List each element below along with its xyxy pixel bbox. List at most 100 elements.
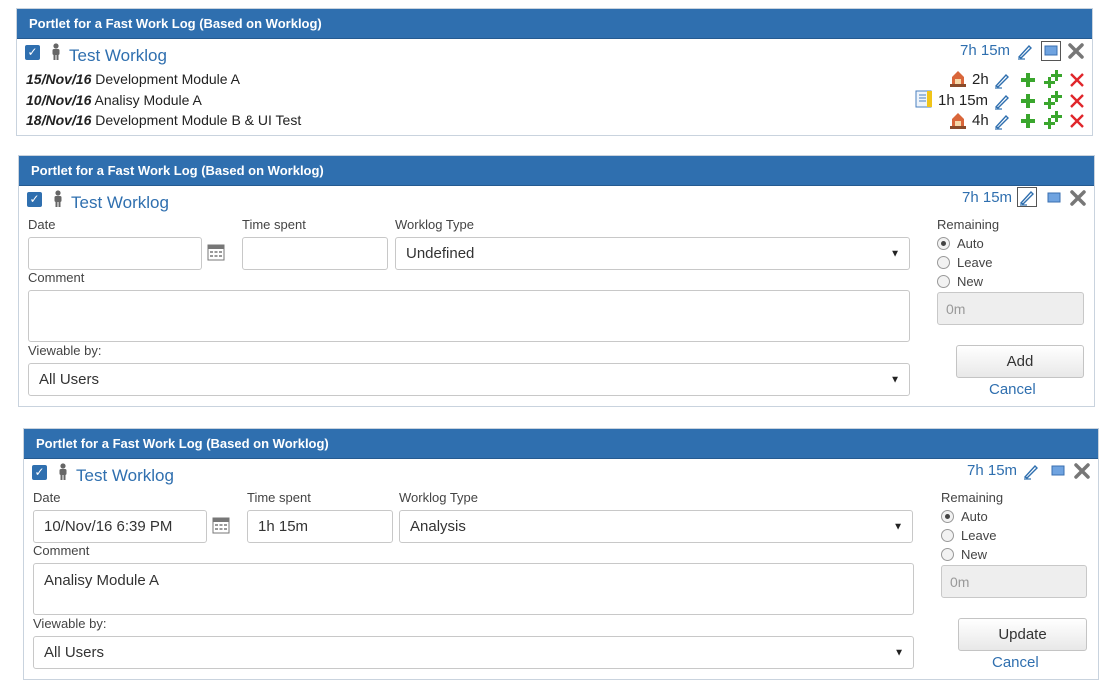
radio-label: New xyxy=(961,547,988,562)
cancel-link[interactable]: Cancel xyxy=(989,381,1036,398)
viewable-by-select[interactable]: All Users ▼ xyxy=(28,363,910,396)
entry-comment: Analisy Module A xyxy=(94,92,202,108)
viewable-by-value: All Users xyxy=(44,644,105,661)
worklog-checkbox[interactable]: ✓ xyxy=(27,192,42,207)
portlet-header: Portlet for a Fast Work Log (Based on Wo… xyxy=(24,429,1098,459)
close-icon[interactable] xyxy=(1067,42,1085,60)
add-multiple-icon[interactable] xyxy=(1043,90,1063,110)
worklog-portlet-edit: Portlet for a Fast Work Log (Based on Wo… xyxy=(23,428,1099,680)
cancel-link[interactable]: Cancel xyxy=(992,654,1039,671)
comment-textarea[interactable] xyxy=(28,290,910,342)
total-time-link[interactable]: 7h 15m xyxy=(967,462,1017,479)
radio-label: Leave xyxy=(961,528,997,543)
add-button[interactable]: Add xyxy=(956,345,1084,378)
delete-icon[interactable] xyxy=(1068,71,1086,89)
entry-time: 1h 15m xyxy=(938,92,989,109)
edit-pencil-icon[interactable] xyxy=(993,71,1011,89)
list-item: 10/Nov/16 Analisy Module A xyxy=(26,92,202,108)
remaining-new-input[interactable]: 0m xyxy=(941,565,1087,598)
remaining-label: Remaining xyxy=(937,217,1000,232)
add-multiple-icon[interactable] xyxy=(1043,110,1063,130)
radio-circle xyxy=(937,237,950,250)
dropdown-caret-icon: ▼ xyxy=(894,647,904,658)
worklog-title-link[interactable]: Test Worklog xyxy=(69,46,167,66)
edit-pencil-icon[interactable] xyxy=(993,112,1011,130)
add-icon[interactable] xyxy=(1019,71,1037,89)
entry-comment: Development Module A xyxy=(95,71,241,87)
worklog-title-link[interactable]: Test Worklog xyxy=(71,193,169,213)
person-icon xyxy=(59,463,67,480)
remaining-new-input[interactable]: 0m xyxy=(937,292,1084,325)
radio-circle xyxy=(941,548,954,561)
dropdown-caret-icon: ▼ xyxy=(890,374,900,385)
comment-label: Comment xyxy=(28,270,85,285)
add-multiple-icon[interactable] xyxy=(1043,69,1063,89)
radio-label: Leave xyxy=(957,255,993,270)
dropdown-caret-icon: ▼ xyxy=(890,248,900,259)
remaining-new-radio[interactable]: New xyxy=(941,547,987,562)
comment-label: Comment xyxy=(33,543,90,558)
remaining-leave-radio[interactable]: Leave xyxy=(937,255,992,270)
calendar-icon[interactable] xyxy=(207,243,225,261)
date-input[interactable] xyxy=(28,237,202,270)
edit-pencil-icon[interactable] xyxy=(1022,462,1040,480)
entry-date: 18/Nov/16 xyxy=(26,112,92,128)
close-icon[interactable] xyxy=(1073,462,1091,480)
total-time-link[interactable]: 7h 15m xyxy=(962,189,1012,206)
development-icon xyxy=(950,113,966,129)
worklog-type-value: Analysis xyxy=(410,518,466,535)
window-view-icon[interactable] xyxy=(1045,189,1063,207)
time-spent-label: Time spent xyxy=(247,490,311,505)
remaining-new-radio[interactable]: New xyxy=(937,274,983,289)
person-icon xyxy=(54,190,62,207)
remaining-leave-radio[interactable]: Leave xyxy=(941,528,996,543)
edit-pencil-icon[interactable] xyxy=(1016,42,1034,60)
update-button[interactable]: Update xyxy=(958,618,1087,651)
comment-textarea[interactable]: Analisy Module A xyxy=(33,563,914,615)
add-icon[interactable] xyxy=(1019,112,1037,130)
worklog-type-select[interactable]: Analysis ▼ xyxy=(399,510,913,543)
date-input[interactable]: 10/Nov/16 6:39 PM xyxy=(33,510,207,543)
delete-icon[interactable] xyxy=(1068,92,1086,110)
radio-circle xyxy=(937,275,950,288)
list-item: 15/Nov/16 Development Module A xyxy=(26,71,240,87)
development-icon xyxy=(950,71,966,87)
portlet-title: Portlet for a Fast Work Log (Based on Wo… xyxy=(31,163,324,178)
add-icon[interactable] xyxy=(1019,92,1037,110)
person-icon xyxy=(52,43,60,60)
radio-label: Auto xyxy=(961,509,988,524)
entry-time: 2h xyxy=(972,71,989,88)
radio-circle xyxy=(941,510,954,523)
remaining-auto-radio[interactable]: Auto xyxy=(941,509,988,524)
time-spent-input[interactable]: 1h 15m xyxy=(247,510,393,543)
time-spent-input[interactable] xyxy=(242,237,388,270)
time-spent-label: Time spent xyxy=(242,217,306,232)
edit-pencil-icon[interactable] xyxy=(1017,187,1037,207)
date-label: Date xyxy=(33,490,61,505)
entry-comment: Development Module B & UI Test xyxy=(95,112,302,128)
window-view-icon[interactable] xyxy=(1041,41,1061,61)
worklog-checkbox[interactable]: ✓ xyxy=(25,45,40,60)
worklog-type-value: Undefined xyxy=(406,245,475,262)
analysis-icon xyxy=(915,90,932,108)
viewable-by-select[interactable]: All Users ▼ xyxy=(33,636,914,669)
radio-circle xyxy=(941,529,954,542)
window-view-icon[interactable] xyxy=(1049,462,1067,480)
edit-pencil-icon[interactable] xyxy=(993,92,1011,110)
portlet-header: Portlet for a Fast Work Log (Based on Wo… xyxy=(19,156,1094,186)
radio-label: New xyxy=(957,274,984,289)
calendar-icon[interactable] xyxy=(212,516,230,534)
close-icon[interactable] xyxy=(1069,189,1087,207)
worklog-type-select[interactable]: Undefined ▼ xyxy=(395,237,910,270)
viewable-by-value: All Users xyxy=(39,371,100,388)
remaining-auto-radio[interactable]: Auto xyxy=(937,236,984,251)
worklog-checkbox[interactable]: ✓ xyxy=(32,465,47,480)
viewable-by-label: Viewable by: xyxy=(33,616,107,631)
worklog-portlet-add: Portlet for a Fast Work Log (Based on Wo… xyxy=(18,155,1095,407)
delete-icon[interactable] xyxy=(1068,112,1086,130)
list-item: 18/Nov/16 Development Module B & UI Test xyxy=(26,112,301,128)
total-time-link[interactable]: 7h 15m xyxy=(960,42,1010,59)
worklog-title-link[interactable]: Test Worklog xyxy=(76,466,174,486)
viewable-by-label: Viewable by: xyxy=(28,343,102,358)
portlet-header: Portlet for a Fast Work Log (Based on Wo… xyxy=(17,9,1092,39)
